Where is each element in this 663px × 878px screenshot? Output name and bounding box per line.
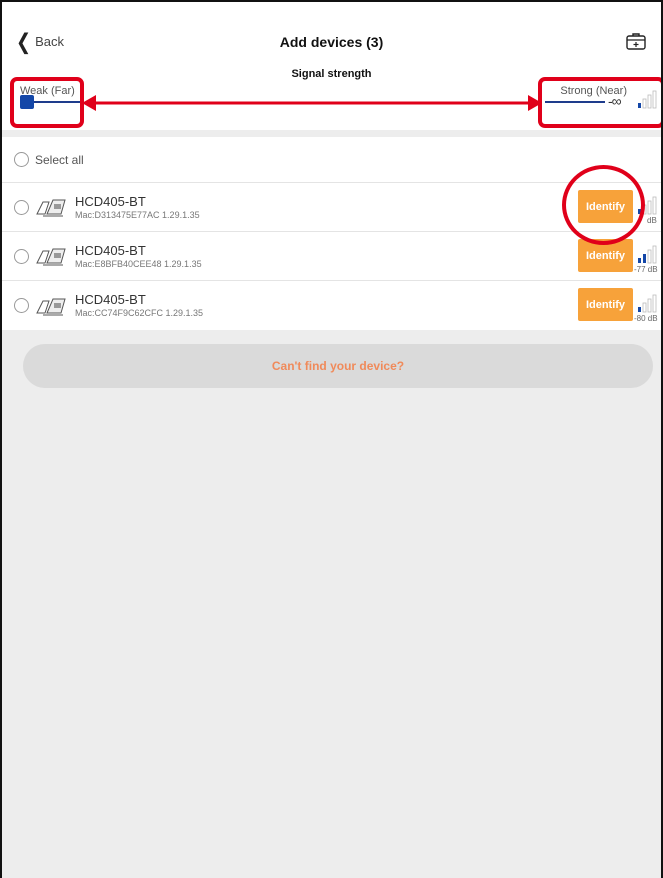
signal-db-value: -80 dB	[634, 314, 658, 323]
select-all-row[interactable]: Select all	[2, 137, 661, 183]
page-title: Add devices (3)	[279, 34, 384, 50]
dehumidifier-device-icon	[36, 298, 66, 315]
cant-find-device-button[interactable]: Can't find your device?	[23, 344, 653, 388]
annotation-circle-identify	[562, 165, 645, 245]
toolbox-icon[interactable]	[625, 31, 647, 51]
dehumidifier-device-icon	[36, 248, 66, 266]
device-radio[interactable]	[14, 199, 29, 215]
annotation-box-weak	[10, 77, 84, 128]
device-row[interactable]: HCD405-BT Mac:CC74F9C62CFC 1.29.1.35 Ide…	[2, 281, 661, 330]
signal-bars-icon	[638, 245, 657, 264]
identify-button[interactable]: Identify	[578, 288, 633, 321]
app-window: ❮ Back Add devices (3) Signal strength W…	[0, 0, 663, 878]
signal-db-value: -77 dB	[634, 265, 658, 274]
device-mac: Mac:E8BFB40CEE48 1.29.1.35	[75, 258, 202, 269]
select-all-radio[interactable]	[14, 152, 29, 167]
device-name: HCD405-BT	[75, 193, 146, 209]
device-row[interactable]: HCD405-BT Mac:E8BFB40CEE48 1.29.1.35 Ide…	[2, 232, 661, 281]
device-name: HCD405-BT	[75, 242, 146, 258]
signal-bars-icon	[638, 294, 657, 313]
device-mac: Mac:D313475E77AC 1.29.1.35	[75, 209, 200, 220]
device-list: Select all HCD405-BT Mac:D313475E77AC 1.…	[2, 137, 661, 330]
signal-db-value: dB	[647, 216, 657, 225]
dehumidifier-device-icon	[36, 199, 66, 217]
header-bar: ❮ Back Add devices (3)	[2, 2, 661, 62]
device-name: HCD405-BT	[75, 292, 146, 307]
device-mac: Mac:CC74F9C62CFC 1.29.1.35	[75, 308, 204, 318]
double-arrow-icon	[82, 95, 542, 111]
device-radio[interactable]	[14, 298, 29, 313]
annotation-box-strong	[538, 77, 661, 128]
select-all-label: Select all	[35, 152, 84, 167]
device-radio[interactable]	[14, 248, 29, 264]
